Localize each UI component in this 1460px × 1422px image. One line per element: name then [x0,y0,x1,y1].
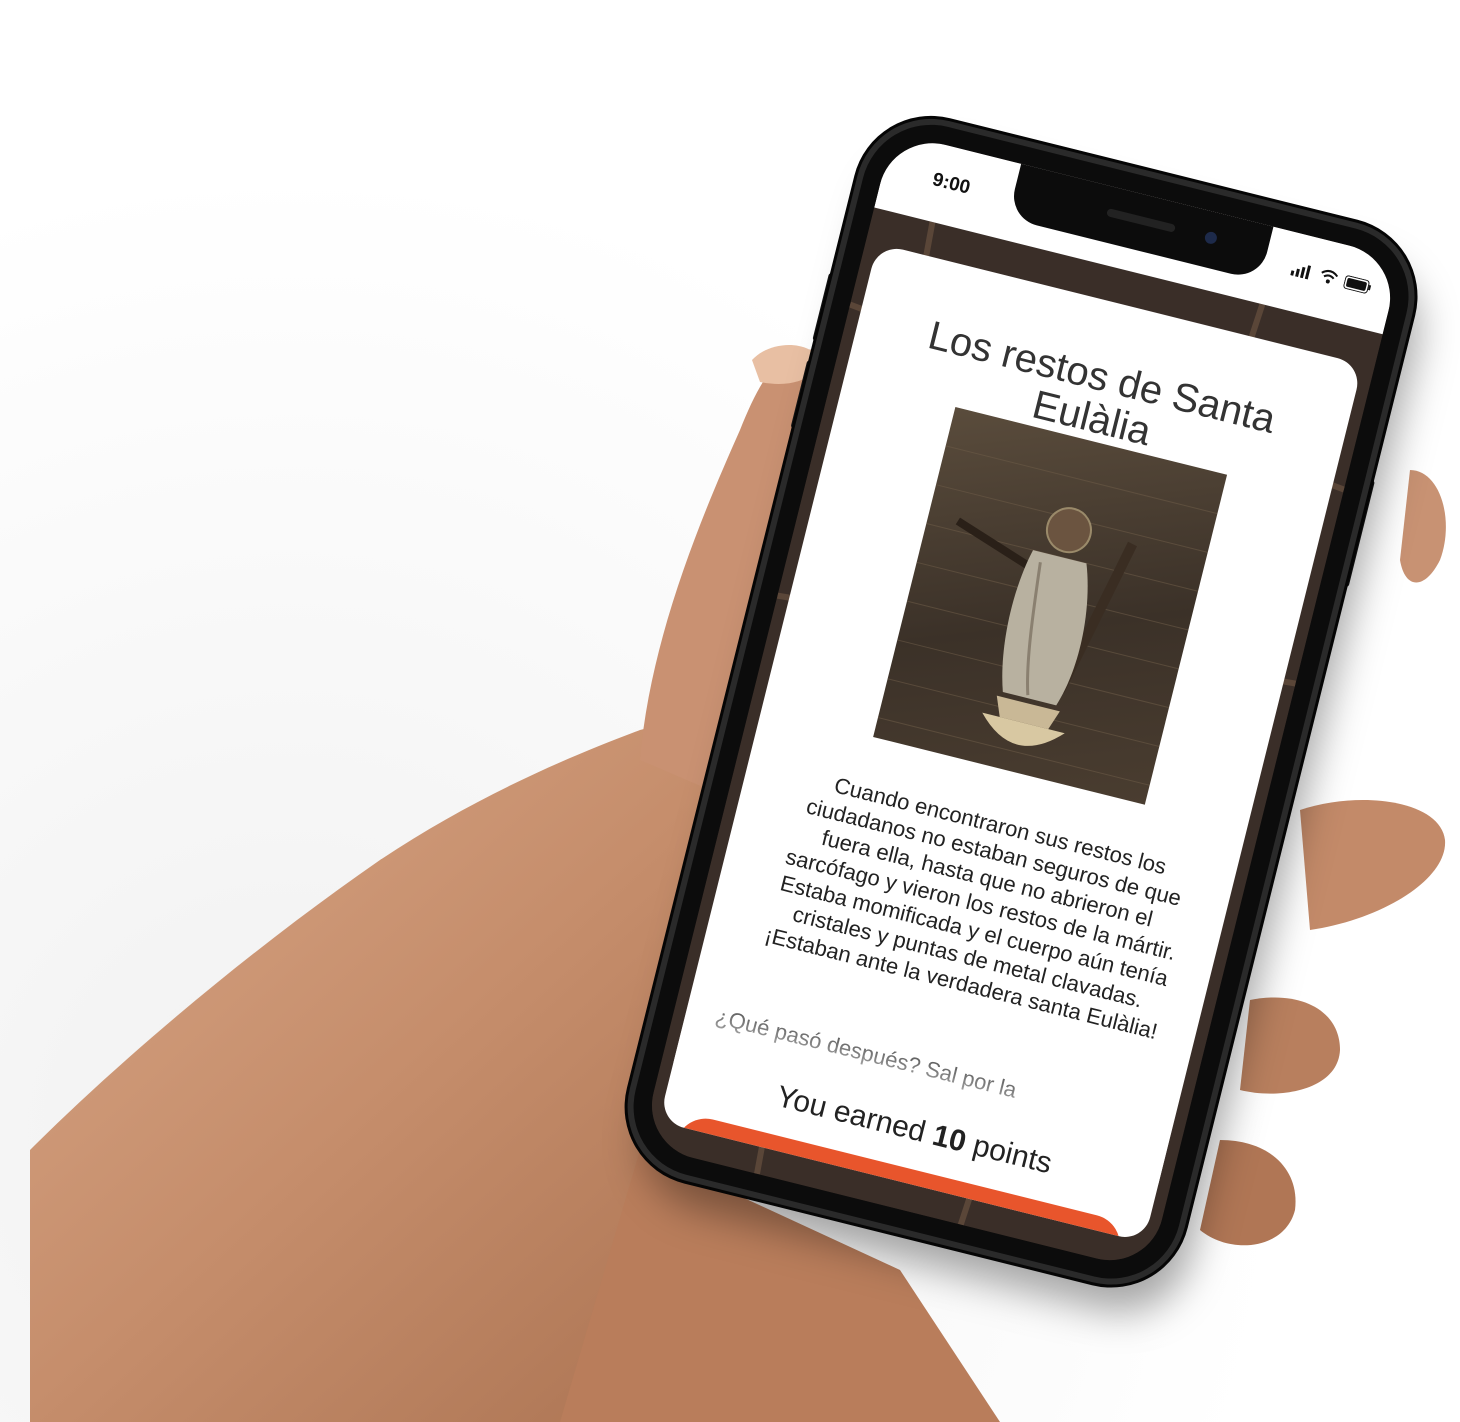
front-camera [1203,230,1219,246]
signal-icon [1290,264,1312,280]
speaker-grille [1106,208,1176,233]
battery-icon [1343,274,1372,294]
statue-photo [877,445,1218,786]
wifi-icon [1321,269,1339,284]
status-icons [1290,261,1373,295]
status-time: 9:00 [930,169,973,199]
story-image [873,407,1228,805]
points-value: 10 [929,1118,970,1159]
